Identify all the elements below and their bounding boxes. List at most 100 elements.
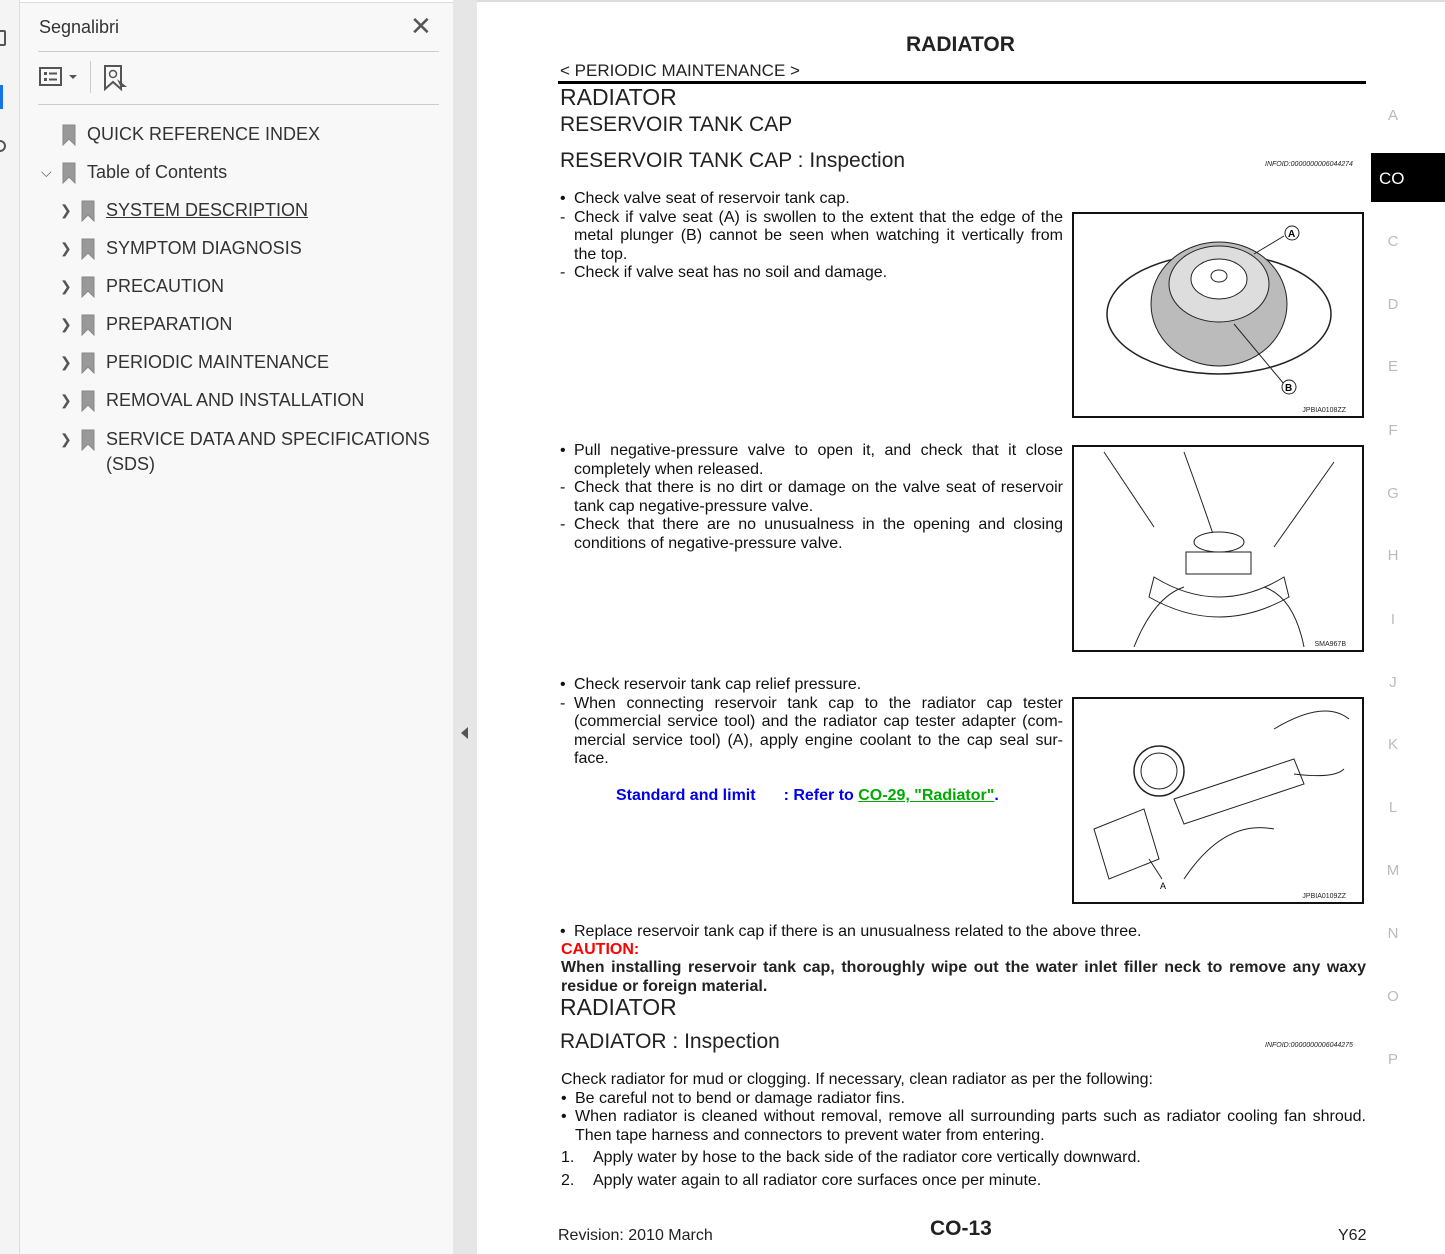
- section-tab-i[interactable]: I: [1386, 611, 1400, 628]
- svg-text:A: A: [1288, 229, 1295, 240]
- home-icon[interactable]: [0, 30, 6, 46]
- options-menu-button[interactable]: [39, 65, 81, 94]
- section-tab-f[interactable]: F: [1386, 422, 1400, 439]
- radiator-intro: Check radiator for mud or clogging. If n…: [561, 1071, 1153, 1088]
- search-icon[interactable]: [0, 140, 6, 152]
- hands-valve-illustration: [1103, 451, 1335, 648]
- panel-resize-gutter[interactable]: [453, 0, 477, 1254]
- section-tab-g[interactable]: G: [1386, 485, 1400, 502]
- list-item: - Check if valve seat has no soil and dam…: [560, 264, 888, 281]
- chevron-right-icon[interactable]: ❯: [60, 312, 72, 337]
- inspection-heading: RESERVOIR TANK CAP : Inspection: [560, 149, 906, 172]
- bookmark-label: SERVICE DATA AND SPECIFICATIONS: [106, 429, 430, 449]
- section-tab-n[interactable]: N: [1386, 925, 1400, 942]
- section-tab-h[interactable]: H: [1386, 547, 1400, 564]
- figure-cap-valve-seat: AB JPBIA0108ZZ: [1072, 212, 1364, 418]
- list-item: • Pull negative-pressure valve to open it…: [560, 442, 1063, 478]
- radiator-cap-illustration: AB: [1106, 225, 1332, 395]
- chevron-down-icon[interactable]: ⌵: [41, 160, 52, 185]
- radiator-inspection-heading: RADIATOR : Inspection: [560, 1030, 780, 1053]
- co-29-link[interactable]: CO-29, "Radiator": [858, 787, 994, 804]
- step-item: 2. Apply water again to all radiator core…: [561, 1171, 1042, 1189]
- bookmark-item[interactable]: ❯ SERVICE DATA AND SPECIFICATIONS (SDS): [60, 427, 430, 477]
- section-tab-d[interactable]: D: [1386, 296, 1400, 313]
- list-item: - Check if valve seat (A) is swollen to t…: [560, 208, 1063, 263]
- section-tab-o[interactable]: O: [1386, 988, 1400, 1005]
- bookmark-icon: [80, 352, 96, 381]
- list-item: • When radiator is cleaned without remova…: [561, 1108, 1366, 1144]
- page-header-title: RADIATOR: [906, 33, 1015, 56]
- divider: [38, 51, 439, 52]
- section-tab-p[interactable]: P: [1386, 1051, 1400, 1068]
- list-item: - Check that there is no dirt or damage o…: [560, 479, 1063, 515]
- section-tab-j[interactable]: J: [1386, 674, 1400, 691]
- bookmark-label: QUICK REFERENCE INDEX: [87, 124, 321, 144]
- section-tab-co[interactable]: CO: [1371, 153, 1445, 202]
- footer-revision: Revision: 2010 March: [558, 1227, 713, 1244]
- bookmarks-tab-indicator[interactable]: [0, 85, 3, 109]
- inspection-steps-2: • Pull negative-pressure valve to open it…: [560, 442, 1063, 553]
- section-tab-m[interactable]: M: [1386, 862, 1400, 879]
- collapse-panel-arrow-icon[interactable]: [461, 727, 468, 739]
- section-tab-e[interactable]: E: [1386, 358, 1400, 375]
- figure-caption: JPBIA0108ZZ: [1302, 407, 1346, 414]
- bookmark-label: REMOVAL AND INSTALLATION: [106, 390, 365, 410]
- period: .: [994, 787, 999, 804]
- bookmark-label-cont: (SDS): [106, 454, 155, 474]
- bookmark-icon: [61, 124, 77, 153]
- radiator-heading: RADIATOR: [560, 994, 677, 1020]
- bookmark-icon: [80, 390, 96, 419]
- bookmark-icon: [61, 162, 77, 191]
- list-item: - Check that there are no unusualness in …: [560, 516, 1063, 552]
- info-id: INFOID:0000000006044275: [1265, 1042, 1353, 1049]
- bookmark-icon: [80, 314, 96, 343]
- bookmarks-panel: Segnalibri ✕ QUICK REFERENCE INDEX ⌵ Table…: [20, 2, 453, 1254]
- bookmark-label: SYMPTOM DIAGNOSIS: [106, 238, 302, 258]
- bookmark-item[interactable]: ❯ SYSTEM DESCRIPTION: [60, 198, 308, 223]
- header-rule: [558, 81, 1366, 84]
- bookmark-icon: [80, 238, 96, 267]
- section-title: RADIATOR: [560, 84, 677, 110]
- divider: [38, 104, 439, 105]
- bookmark-item[interactable]: ❯ PERIODIC MAINTENANCE: [60, 350, 329, 375]
- replace-note: • Replace reservoir tank cap if there is …: [560, 923, 1142, 940]
- subsection-title: RESERVOIR TANK CAP: [560, 113, 793, 136]
- section-tab-c[interactable]: C: [1386, 233, 1400, 250]
- list-item: - When connecting reservoir tank cap to t…: [560, 694, 1063, 768]
- bookmark-icon: [80, 429, 96, 458]
- find-bookmark-icon[interactable]: [103, 65, 131, 98]
- chevron-right-icon[interactable]: ❯: [60, 236, 72, 261]
- section-tab-k[interactable]: K: [1386, 736, 1400, 753]
- close-icon[interactable]: ✕: [410, 11, 432, 42]
- chevron-right-icon[interactable]: ❯: [60, 388, 72, 413]
- bookmark-label: PREPARATION: [106, 314, 233, 334]
- bookmark-item[interactable]: ❯ REMOVAL AND INSTALLATION: [60, 388, 365, 413]
- figure-negative-pressure-valve: SMA967B: [1072, 445, 1364, 652]
- inspection-steps-3: • Check reservoir tank cap relief pressur…: [560, 676, 1063, 769]
- bookmark-item[interactable]: ⌵ Table of Contents: [41, 160, 228, 185]
- bookmark-icon: [80, 200, 96, 229]
- bookmark-item[interactable]: ❯ SYMPTOM DIAGNOSIS: [60, 236, 302, 261]
- bookmark-item[interactable]: ❯ PRECAUTION: [60, 274, 225, 299]
- footer-page-number: CO-13: [930, 1217, 992, 1240]
- section-tab-a[interactable]: A: [1386, 107, 1400, 124]
- list-item: • Check reservoir tank cap relief pressur…: [560, 676, 862, 693]
- panel-title: Segnalibri: [39, 17, 120, 37]
- chevron-right-icon[interactable]: ❯: [60, 427, 72, 452]
- bookmark-label: PRECAUTION: [106, 276, 225, 296]
- info-id: INFOID:0000000006044274: [1265, 161, 1353, 168]
- chevron-right-icon[interactable]: ❯: [60, 350, 72, 375]
- bookmark-label: Table of Contents: [87, 162, 228, 182]
- inspection-steps-1: • Check valve seat of reservoir tank cap.…: [560, 190, 1063, 283]
- refer-text: : Refer to: [783, 787, 859, 804]
- bookmark-item[interactable]: QUICK REFERENCE INDEX: [62, 122, 321, 147]
- chevron-right-icon[interactable]: ❯: [60, 274, 72, 299]
- cap-tester-illustration: A: [1093, 710, 1350, 891]
- section-tab-l[interactable]: L: [1386, 799, 1400, 816]
- chevron-right-icon[interactable]: ❯: [60, 198, 72, 223]
- bookmark-item[interactable]: ❯ PREPARATION: [60, 312, 233, 337]
- footer-model: Y62: [1338, 1227, 1367, 1244]
- figure-caption: SMA967B: [1314, 641, 1346, 648]
- caution-label: CAUTION:: [561, 941, 640, 958]
- list-item: • Check valve seat of reservoir tank cap.: [560, 190, 850, 207]
